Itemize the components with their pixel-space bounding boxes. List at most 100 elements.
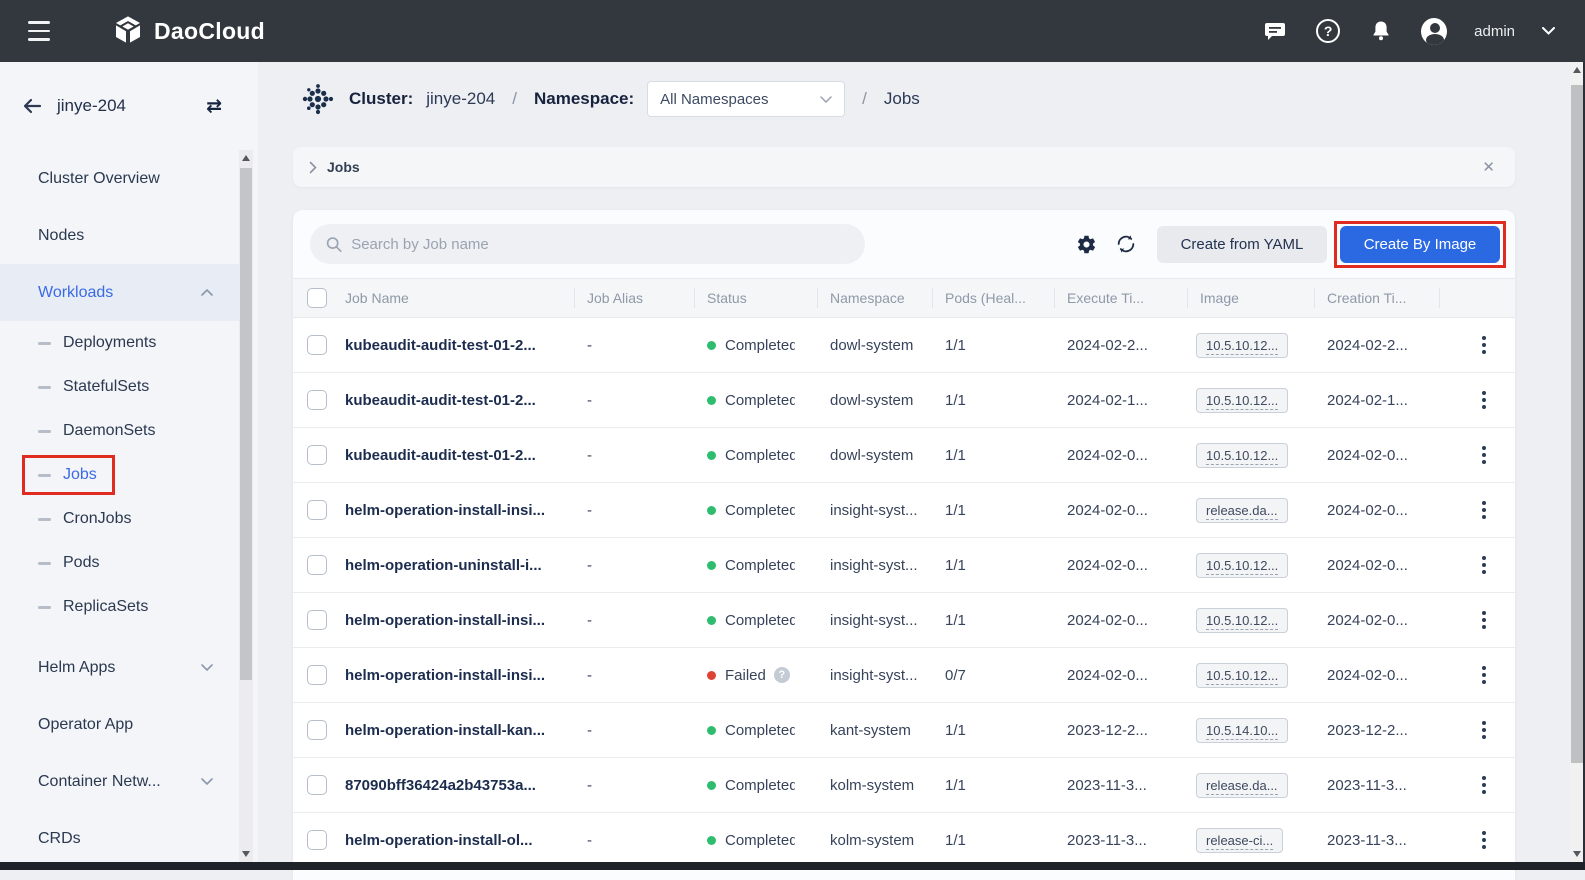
status-text: Completed	[725, 612, 795, 629]
status-cell: Completed	[695, 832, 818, 849]
scroll-down-icon[interactable]	[1570, 846, 1584, 862]
job-name-link[interactable]: kubeaudit-audit-test-01-2...	[333, 392, 575, 409]
table-row: helm-operation-uninstall-i...-Completedi…	[293, 538, 1515, 593]
kebab-menu-icon[interactable]	[1472, 825, 1496, 855]
namespace-select[interactable]: All Namespaces	[647, 81, 845, 117]
image-tag[interactable]: release.da...	[1196, 498, 1288, 523]
namespace-selected-value: All Namespaces	[660, 91, 768, 108]
job-alias-cell: -	[575, 502, 695, 519]
page-title: Jobs	[884, 89, 920, 109]
image-tag[interactable]: 10.5.14.10...	[1196, 718, 1288, 743]
search-box[interactable]	[310, 224, 865, 264]
sidebar-item-workloads[interactable]: Workloads	[0, 264, 239, 321]
status-text: Completed	[725, 832, 795, 849]
pods-cell: 1/1	[933, 502, 1055, 519]
status-cell: Completed	[695, 392, 818, 409]
row-checkbox[interactable]	[307, 500, 327, 520]
kebab-menu-icon[interactable]	[1472, 550, 1496, 580]
cluster-value[interactable]: jinye-204	[426, 89, 495, 109]
execute-time-cell: 2024-02-0...	[1055, 447, 1188, 464]
sidebar-scrollbar-thumb[interactable]	[240, 168, 252, 680]
switch-cluster-icon[interactable]: ⇄	[206, 95, 222, 118]
column-header: Namespace	[818, 279, 933, 317]
status-help-icon[interactable]: ?	[774, 667, 790, 683]
scroll-down-icon[interactable]	[239, 846, 253, 862]
image-tag[interactable]: 10.5.10.12...	[1196, 443, 1288, 468]
sidebar-item-jobs[interactable]: Jobs	[0, 453, 239, 497]
status-dot	[707, 836, 716, 845]
kebab-menu-icon[interactable]	[1472, 330, 1496, 360]
image-tag[interactable]: 10.5.10.12...	[1196, 333, 1288, 358]
kebab-menu-icon[interactable]	[1472, 495, 1496, 525]
sidebar-item-crds[interactable]: CRDs	[0, 810, 239, 867]
messages-icon[interactable]	[1262, 18, 1288, 44]
scroll-up-icon[interactable]	[1570, 62, 1584, 78]
execute-time-cell: 2024-02-0...	[1055, 557, 1188, 574]
row-checkbox[interactable]	[307, 335, 327, 355]
job-name-link[interactable]: 87090bff36424a2b43753a...	[333, 777, 575, 794]
dash-icon	[38, 342, 51, 345]
sidebar-item-container-netw[interactable]: Container Netw...	[0, 753, 239, 810]
sidebar-item-deployments[interactable]: Deployments	[0, 321, 239, 365]
sidebar-item-daemonsets[interactable]: DaemonSets	[0, 409, 239, 453]
creation-time-cell: 2024-02-0...	[1315, 502, 1440, 519]
image-tag[interactable]: release.da...	[1196, 773, 1288, 798]
create-from-yaml-button[interactable]: Create from YAML	[1157, 226, 1327, 263]
kebab-menu-icon[interactable]	[1472, 605, 1496, 635]
sidebar-item-pods[interactable]: Pods	[0, 541, 239, 585]
back-arrow-icon[interactable]	[20, 94, 44, 118]
job-name-link[interactable]: helm-operation-uninstall-i...	[333, 557, 575, 574]
sidebar-item-nodes[interactable]: Nodes	[0, 207, 239, 264]
user-avatar-icon[interactable]	[1421, 18, 1447, 44]
sidebar-item-helm-apps[interactable]: Helm Apps	[0, 639, 239, 696]
close-icon[interactable]: ✕	[1482, 158, 1495, 176]
notifications-bell-icon[interactable]	[1368, 18, 1394, 44]
row-checkbox[interactable]	[307, 555, 327, 575]
kebab-menu-icon[interactable]	[1472, 385, 1496, 415]
sidebar-item-replicasets[interactable]: ReplicaSets	[0, 585, 239, 629]
brand-name: DaoCloud	[154, 18, 265, 45]
image-tag[interactable]: 10.5.10.12...	[1196, 388, 1288, 413]
kebab-menu-icon[interactable]	[1472, 770, 1496, 800]
job-name-link[interactable]: helm-operation-install-insi...	[333, 667, 575, 684]
sidebar-item-cluster-overview[interactable]: Cluster Overview	[0, 150, 239, 207]
search-input[interactable]	[351, 236, 849, 253]
job-name-link[interactable]: helm-operation-install-insi...	[333, 502, 575, 519]
image-tag[interactable]: 10.5.10.12...	[1196, 553, 1288, 578]
hamburger-menu-icon[interactable]	[28, 21, 52, 41]
sidebar-item-statefulsets[interactable]: StatefulSets	[0, 365, 239, 409]
row-checkbox[interactable]	[307, 665, 327, 685]
kebab-menu-icon[interactable]	[1472, 715, 1496, 745]
image-tag[interactable]: 10.5.10.12...	[1196, 608, 1288, 633]
sidebar-item-label: Jobs	[63, 466, 97, 484]
help-icon[interactable]: ?	[1315, 18, 1341, 44]
row-checkbox[interactable]	[307, 830, 327, 850]
sidebar-scrollbar[interactable]	[239, 150, 253, 862]
job-name-link[interactable]: kubeaudit-audit-test-01-2...	[333, 447, 575, 464]
scroll-up-icon[interactable]	[239, 150, 253, 166]
job-name-link[interactable]: helm-operation-install-insi...	[333, 612, 575, 629]
job-name-link[interactable]: kubeaudit-audit-test-01-2...	[333, 337, 575, 354]
select-all-checkbox[interactable]	[307, 288, 327, 308]
refresh-icon[interactable]	[1115, 233, 1137, 255]
row-checkbox[interactable]	[307, 390, 327, 410]
image-tag[interactable]: release-ci...	[1196, 828, 1283, 853]
row-checkbox[interactable]	[307, 720, 327, 740]
image-tag[interactable]: 10.5.10.12...	[1196, 663, 1288, 688]
window-bottom-edge	[0, 862, 1585, 870]
kebab-menu-icon[interactable]	[1472, 440, 1496, 470]
row-checkbox[interactable]	[307, 775, 327, 795]
sidebar: jinye-204 ⇄ Cluster OverviewNodesWorkloa…	[0, 62, 258, 870]
user-menu-chevron-icon[interactable]	[1542, 27, 1555, 35]
create-by-image-button[interactable]: Create By Image	[1340, 226, 1500, 263]
sidebar-item-operator-app[interactable]: Operator App	[0, 696, 239, 753]
kebab-menu-icon[interactable]	[1472, 660, 1496, 690]
image-cell: release.da...	[1188, 773, 1315, 798]
row-checkbox[interactable]	[307, 445, 327, 465]
row-checkbox[interactable]	[307, 610, 327, 630]
job-name-link[interactable]: helm-operation-install-ol...	[333, 832, 575, 849]
settings-gear-icon[interactable]	[1076, 234, 1097, 255]
daocloud-logo-icon	[112, 15, 144, 47]
job-name-link[interactable]: helm-operation-install-kan...	[333, 722, 575, 739]
sidebar-item-cronjobs[interactable]: CronJobs	[0, 497, 239, 541]
